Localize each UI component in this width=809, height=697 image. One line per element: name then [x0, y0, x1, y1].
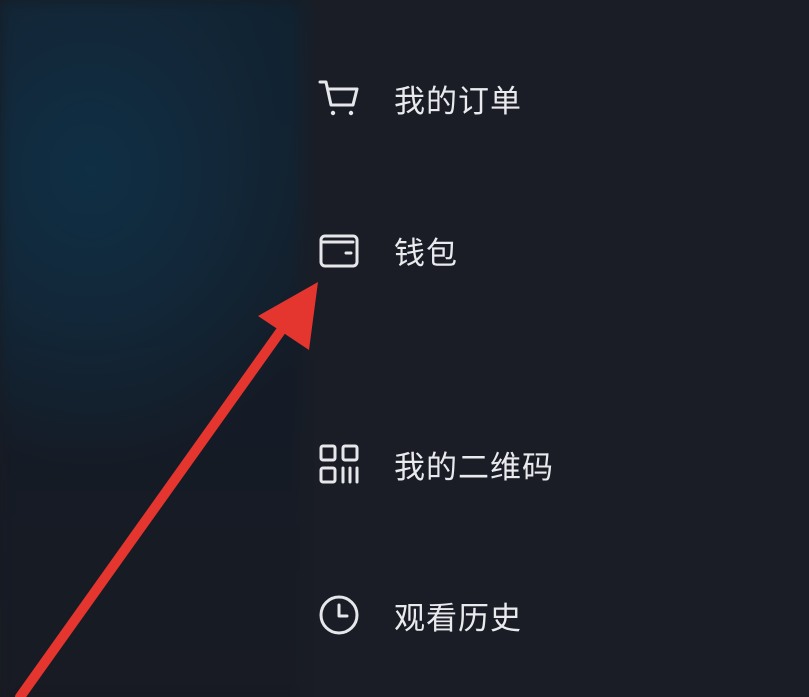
clock-icon — [316, 592, 362, 638]
menu-item-watch-history[interactable]: 观看历史 — [316, 590, 522, 640]
cart-icon — [316, 75, 362, 121]
menu-item-wallet[interactable]: 钱包 — [316, 225, 458, 275]
wallet-icon — [316, 227, 362, 273]
blurred-background — [0, 0, 330, 697]
menu-item-my-qrcode[interactable]: 我的二维码 — [316, 439, 554, 489]
screen: 我的订单 钱包 我的二维码 观看历史 — [0, 0, 809, 697]
menu-item-label: 观看历史 — [394, 600, 522, 637]
menu-item-my-orders[interactable]: 我的订单 — [316, 73, 522, 123]
menu-item-label: 钱包 — [394, 235, 458, 272]
menu-item-label: 我的订单 — [394, 83, 522, 120]
qrcode-icon — [316, 441, 362, 487]
menu-item-label: 我的二维码 — [394, 449, 554, 486]
